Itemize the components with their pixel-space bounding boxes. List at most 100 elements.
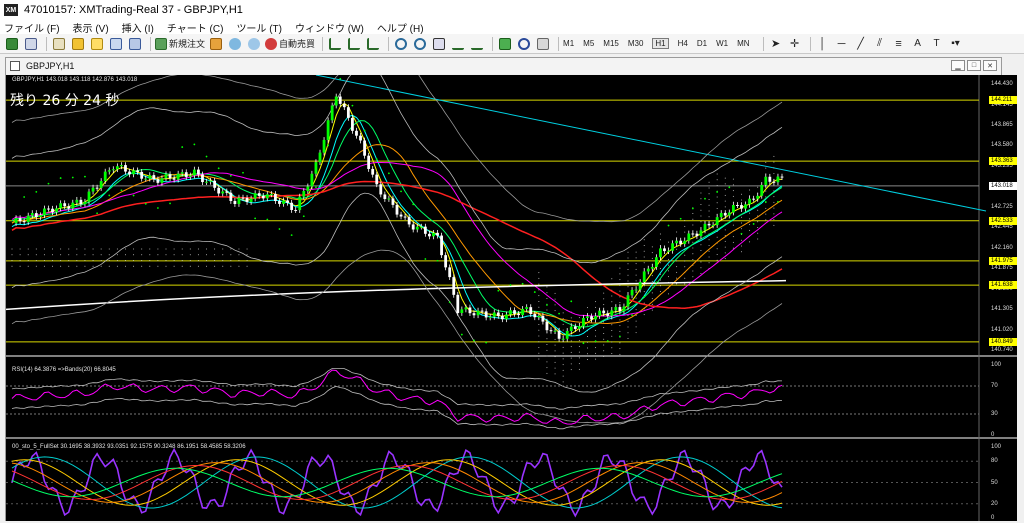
cloud-dot <box>700 244 702 246</box>
strategy-tester-button[interactable] <box>127 36 143 52</box>
close-button[interactable]: ✕ <box>983 60 997 71</box>
menu-charts[interactable]: チャート (C) <box>167 20 224 35</box>
market-watch-button[interactable] <box>51 36 67 52</box>
tile-windows-button[interactable] <box>431 36 447 52</box>
cloud-dot <box>165 248 167 250</box>
cloud-dot <box>43 248 45 250</box>
cloud-dot <box>651 257 653 259</box>
timeframe-m5[interactable]: M5 <box>583 39 594 48</box>
label-button[interactable]: T <box>929 36 945 52</box>
cloud-dot <box>189 260 191 262</box>
fibonacci-button[interactable]: ≡ <box>891 36 907 52</box>
data-window-icon <box>72 37 84 50</box>
timeframe-h4[interactable]: H4 <box>678 39 688 48</box>
timeframe-w1[interactable]: W1 <box>716 39 728 48</box>
timeframe-m15[interactable]: M15 <box>603 39 619 48</box>
candle-body <box>209 180 212 182</box>
terminal-button[interactable] <box>108 36 124 52</box>
navigator-button[interactable] <box>89 36 105 52</box>
title-bar: XM 47010157: XMTrading-Real 37 - GBPJPY,… <box>0 0 1024 20</box>
auto-trade-button[interactable]: 自動売買 <box>265 36 315 52</box>
horizontal-line-button[interactable]: ─ <box>834 36 850 52</box>
cloud-dot <box>668 276 670 278</box>
candle-body <box>586 316 589 319</box>
cloud-dot <box>214 265 216 267</box>
cloud-dot <box>773 161 775 163</box>
cloud-dot <box>100 254 102 256</box>
menu-view[interactable]: 表示 (V) <box>73 20 109 35</box>
signals-button[interactable] <box>227 36 243 52</box>
text-button[interactable]: A <box>910 36 926 52</box>
templates-button[interactable] <box>535 36 551 52</box>
cloud-dot <box>627 332 629 334</box>
new-chart-button[interactable] <box>4 36 20 52</box>
cloud-dot <box>538 277 540 279</box>
vertical-line-button[interactable]: │ <box>815 36 831 52</box>
candle-body <box>569 326 573 331</box>
profiles-button[interactable] <box>23 36 39 52</box>
cursor-button[interactable]: ➤ <box>768 36 784 52</box>
chart-window-titlebar[interactable]: GBPJPY,H1 ▁ □ ✕ <box>6 58 1001 74</box>
candle-body <box>703 223 707 231</box>
indicators-button[interactable] <box>497 36 513 52</box>
sar-dot <box>764 201 767 203</box>
arrows-button[interactable]: ▪▾ <box>948 36 964 52</box>
cloud-dot <box>578 357 580 359</box>
chart-window-controls: ▁ □ ✕ <box>949 60 997 71</box>
new-order-button[interactable]: 新規注文 <box>155 36 205 52</box>
cloud-dot <box>732 241 734 243</box>
cloud-dot <box>19 265 21 267</box>
candle-body <box>132 170 135 175</box>
cloud-dot <box>619 325 621 327</box>
data-window-button[interactable] <box>70 36 86 52</box>
cloud-dot <box>578 340 580 342</box>
candle-body <box>83 201 87 205</box>
candle-body <box>776 176 780 183</box>
trendline-button[interactable]: ╱ <box>853 36 869 52</box>
candle-body <box>180 172 184 174</box>
candle-body <box>346 107 350 118</box>
candle-body <box>436 232 439 236</box>
zoom-out-button[interactable] <box>412 36 428 52</box>
minimize-button[interactable]: ▁ <box>951 60 965 71</box>
chart-shift-button[interactable] <box>450 36 466 52</box>
candle-body <box>423 226 427 234</box>
cloud-dot <box>562 352 564 354</box>
sar-dot <box>643 295 646 298</box>
timeframe-mn[interactable]: MN <box>737 39 749 48</box>
channel-button[interactable]: ⫽ <box>872 36 888 52</box>
candle-body <box>476 310 480 316</box>
toolbar-separator <box>762 36 764 51</box>
cloud-dot <box>732 247 734 249</box>
candlestick-chart-button[interactable] <box>346 36 362 52</box>
line-chart-button[interactable] <box>365 36 381 52</box>
cloud-dot <box>52 254 54 256</box>
periodicity-button[interactable] <box>516 36 532 52</box>
bar-chart-button[interactable] <box>327 36 343 52</box>
menu-tools[interactable]: ツール (T) <box>236 20 282 35</box>
menu-insert[interactable]: 挿入 (I) <box>122 20 154 35</box>
market-button[interactable] <box>246 36 262 52</box>
cloud-dot <box>619 284 621 286</box>
sar-dot <box>302 215 305 218</box>
crosshair-button[interactable]: ✛ <box>787 36 803 52</box>
menu-window[interactable]: ウィンドウ (W) <box>295 20 364 35</box>
menu-file[interactable]: ファイル (F) <box>4 20 60 35</box>
metaeditor-button[interactable] <box>208 36 224 52</box>
timeframe-m1[interactable]: M1 <box>563 39 574 48</box>
timeframe-m30[interactable]: M30 <box>628 39 644 48</box>
cloud-dot <box>165 260 167 262</box>
maximize-button[interactable]: □ <box>967 60 981 71</box>
timeframe-d1[interactable]: D1 <box>697 39 707 48</box>
autoscroll-button[interactable] <box>469 36 485 52</box>
zoom-in-button[interactable] <box>393 36 409 52</box>
cloud-dot <box>627 257 629 259</box>
menu-help[interactable]: ヘルプ (H) <box>377 20 424 35</box>
cloud-dot <box>84 248 86 250</box>
cloud-dot <box>716 207 718 209</box>
cloud-dot <box>651 309 653 311</box>
sar-dot <box>424 258 427 260</box>
chart-area[interactable]: GBPJPY,H1 143.018 143.118 142.876 143.01… <box>6 75 1017 521</box>
timeframe-h1[interactable]: H1 <box>652 38 669 49</box>
cloud-dot <box>716 173 718 175</box>
